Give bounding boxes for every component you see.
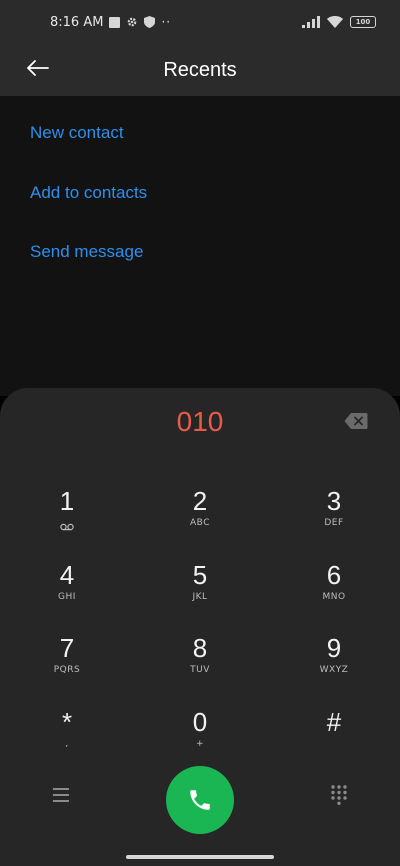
key-letters: , xyxy=(65,739,69,749)
key-7[interactable]: 7 PQRS xyxy=(17,633,117,693)
key-letters: JKL xyxy=(192,592,208,602)
page-title: Recents xyxy=(163,58,237,81)
actions-panel: New contact Add to contacts Send message xyxy=(0,96,400,396)
key-letters: ABC xyxy=(190,518,210,528)
key-6[interactable]: 6 MNO xyxy=(284,560,384,620)
key-digit: 1 xyxy=(59,486,75,516)
key-4[interactable]: 4 GHI xyxy=(17,560,117,620)
key-digit: 8 xyxy=(192,633,208,663)
shield-icon xyxy=(144,16,156,28)
key-digit: 2 xyxy=(192,486,208,516)
arrow-left-icon xyxy=(27,60,49,76)
key-9[interactable]: 9 WXYZ xyxy=(284,633,384,693)
battery-icon: 100 xyxy=(350,16,376,28)
key-letters: TUV xyxy=(190,665,210,675)
new-contact-link[interactable]: New contact xyxy=(30,123,124,143)
dialer-panel: 010 1 2 ABC 3 DEF 4 GHI 5 JKL 6 MNO 7 PQ… xyxy=(0,388,400,866)
app-header: Recents xyxy=(0,44,400,96)
more-notifications: ·· xyxy=(161,15,172,29)
menu-icon[interactable] xyxy=(53,788,69,802)
key-letters: MNO xyxy=(322,592,346,602)
key-digit: 5 xyxy=(192,560,208,590)
key-digit: 4 xyxy=(59,560,75,590)
key-digit: 3 xyxy=(326,486,342,516)
phone-icon xyxy=(190,790,210,810)
dialpad-icon[interactable] xyxy=(331,785,347,805)
back-button[interactable] xyxy=(24,54,52,82)
key-5[interactable]: 5 JKL xyxy=(150,560,250,620)
key-letters: GHI xyxy=(58,592,76,602)
key-8[interactable]: 8 TUV xyxy=(150,633,250,693)
backspace-icon[interactable] xyxy=(344,412,368,430)
key-letters: + xyxy=(195,739,205,749)
key-letters: PQRS xyxy=(53,665,81,675)
status-time: 8:16 AM xyxy=(50,14,104,30)
voicemail-icon xyxy=(60,523,74,531)
key-digit: # xyxy=(326,707,342,737)
key-2[interactable]: 2 ABC xyxy=(150,486,250,546)
key-0[interactable]: 0 + xyxy=(150,707,250,767)
key-3[interactable]: 3 DEF xyxy=(284,486,384,546)
key-hash[interactable]: # xyxy=(284,707,384,767)
key-1[interactable]: 1 xyxy=(17,486,117,546)
add-to-contacts-link[interactable]: Add to contacts xyxy=(30,183,147,203)
key-letters: WXYZ xyxy=(319,665,349,675)
key-letters: DEF xyxy=(324,518,344,528)
key-digit: 9 xyxy=(326,633,342,663)
status-bar: 8:16 AM ·· 100 xyxy=(0,0,400,44)
wifi-icon xyxy=(327,16,343,28)
key-digit: 7 xyxy=(59,633,75,663)
key-digit: * xyxy=(61,707,73,737)
home-indicator[interactable] xyxy=(126,855,274,859)
key-star[interactable]: * , xyxy=(17,707,117,767)
notification-icon xyxy=(109,16,121,28)
send-message-link[interactable]: Send message xyxy=(30,242,143,262)
key-digit: 6 xyxy=(326,560,342,590)
dialed-number: 010 xyxy=(176,406,224,437)
settings-icon xyxy=(128,17,137,27)
signal-icon xyxy=(302,16,320,28)
call-button[interactable] xyxy=(166,766,234,834)
key-digit: 0 xyxy=(192,707,208,737)
